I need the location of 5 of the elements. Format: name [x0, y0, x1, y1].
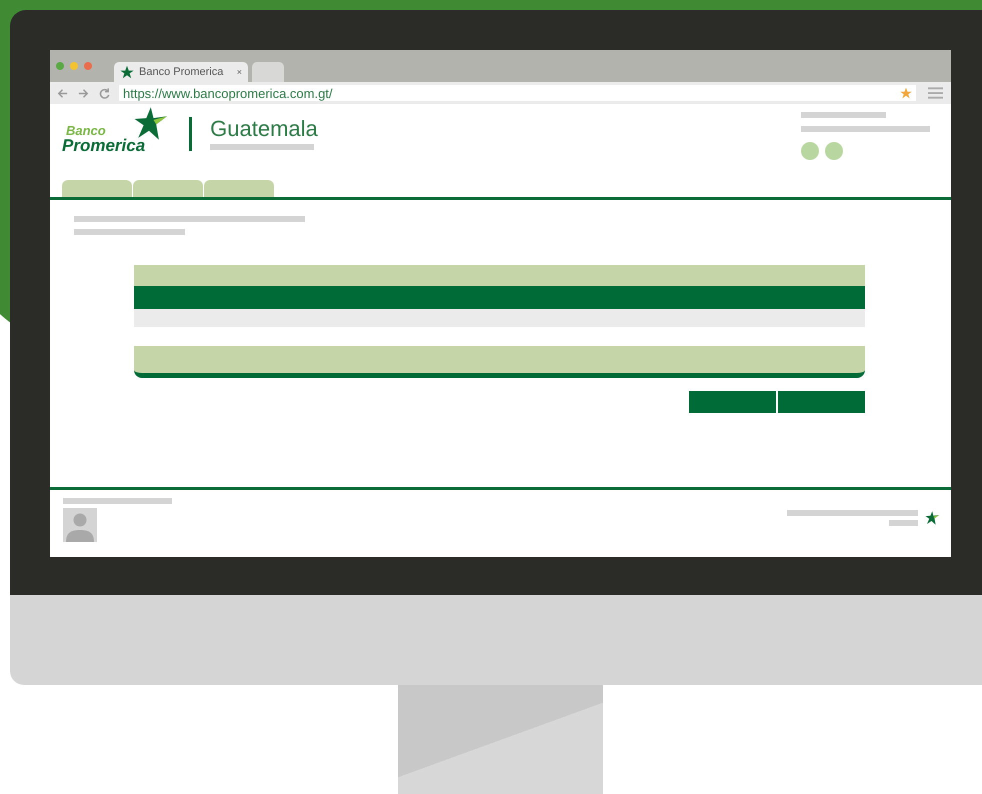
- country-title: Guatemala: [210, 118, 318, 140]
- logo-text: Banco: [66, 124, 107, 137]
- browser-tab[interactable]: Banco Promerica ×: [114, 62, 248, 82]
- logo-text: Promerica: [62, 137, 146, 154]
- address-field[interactable]: https://www.bancopromerica.com.gt/: [119, 85, 916, 101]
